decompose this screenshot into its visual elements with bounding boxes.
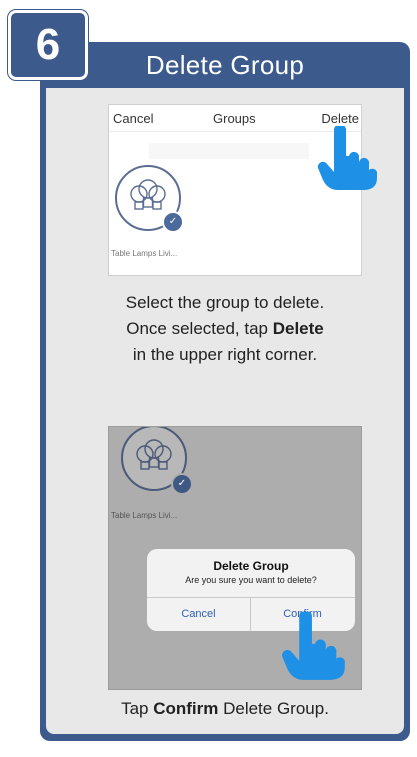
- tap-hand-icon: [317, 126, 377, 190]
- dialog-message: Are you sure you want to delete?: [185, 575, 317, 585]
- instruction-caption-1: Select the group to delete. Once selecte…: [46, 290, 404, 368]
- caption1-line1: Select the group to delete.: [125, 293, 325, 312]
- caption1-line2-text: Once selected, tap: [126, 319, 273, 338]
- tap-hand-icon: [282, 612, 345, 680]
- search-bar[interactable]: [149, 143, 309, 159]
- caption1-line2: Once selected, tap Delete: [46, 316, 404, 342]
- caption2-prefix: Tap: [121, 699, 154, 718]
- dialog-title: Delete Group: [213, 559, 289, 573]
- group-label: Table Lamps Livi...: [111, 511, 178, 520]
- page-title: Delete Group: [145, 50, 305, 80]
- cancel-button[interactable]: Cancel: [113, 111, 153, 126]
- caption1-line3: in the upper right corner.: [132, 345, 318, 364]
- selected-check-icon: ✓: [171, 473, 193, 495]
- caption1-line2-bold: Delete: [272, 319, 324, 338]
- caption2-bold: Confirm: [153, 699, 219, 718]
- step-badge: 6: [8, 10, 88, 80]
- group-label: Table Lamps Livi...: [111, 249, 178, 258]
- nav-title: Groups: [213, 111, 256, 126]
- caption2-suffix: Delete Group.: [218, 699, 329, 718]
- selected-check-icon: ✓: [162, 211, 184, 233]
- dialog-cancel-button[interactable]: Cancel: [147, 597, 250, 631]
- instruction-caption-2: Tap Confirm Delete Group.: [46, 696, 404, 722]
- delete-button[interactable]: Delete: [321, 111, 359, 126]
